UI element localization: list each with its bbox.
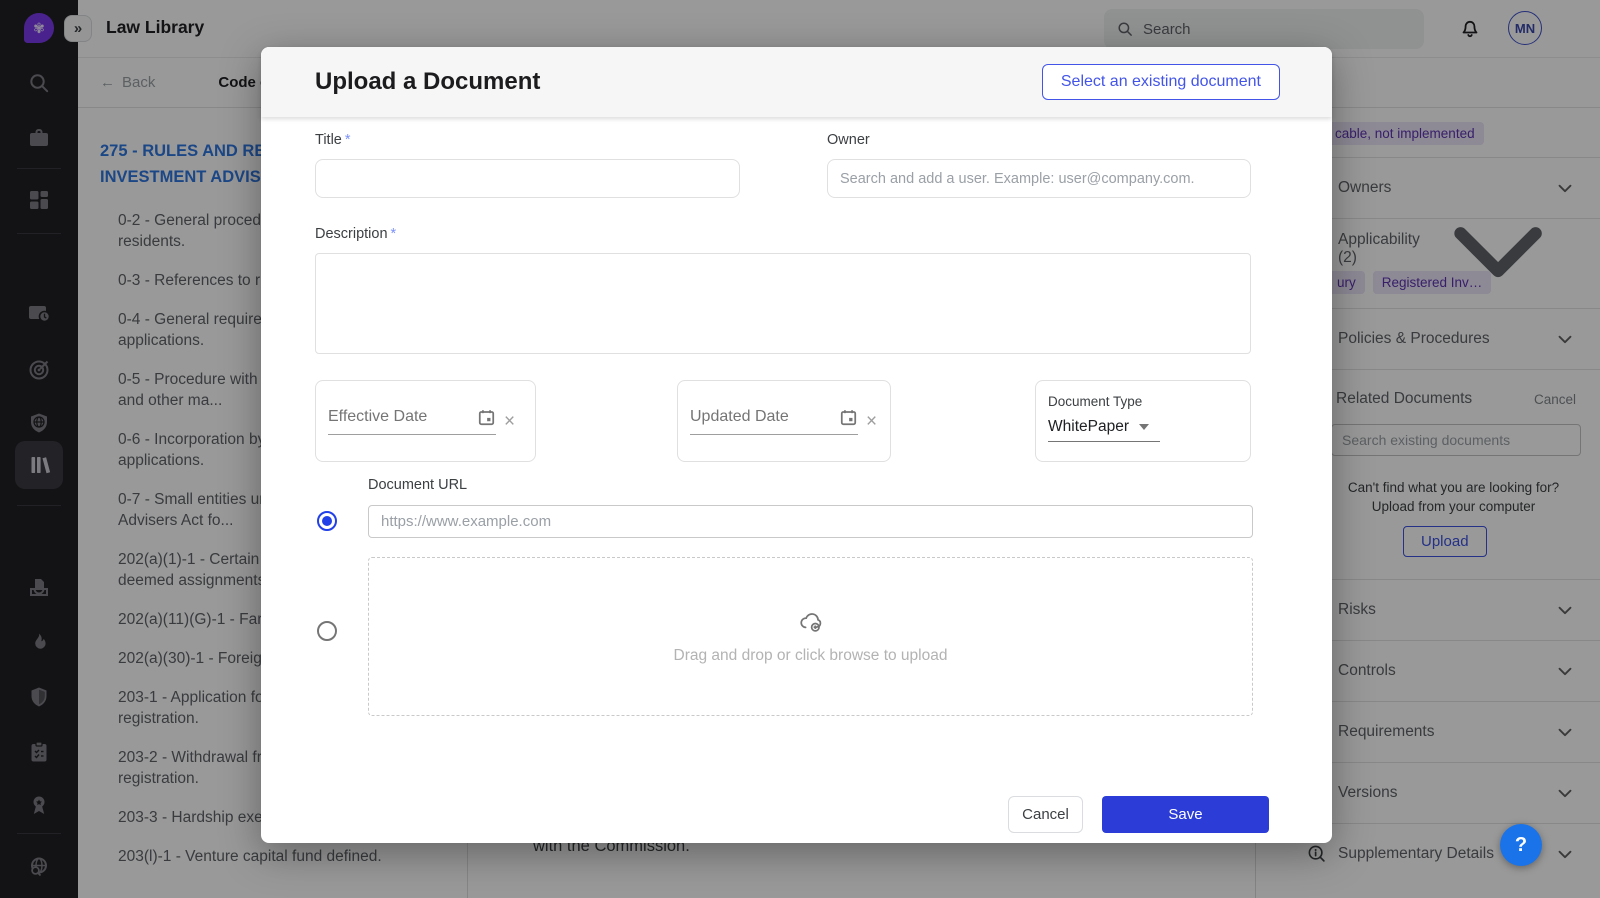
help-button[interactable]: ? <box>1500 824 1542 866</box>
save-button[interactable]: Save <box>1102 796 1269 833</box>
updated-date-picker[interactable]: Updated Date <box>690 408 858 435</box>
file-dropzone[interactable]: Drag and drop or click browse to upload <box>368 557 1253 716</box>
updated-date-placeholder: Updated Date <box>690 408 789 426</box>
document-type-label: Document Type <box>1048 394 1238 409</box>
updated-date-card: Updated Date × <box>677 380 891 462</box>
title-input[interactable] <box>315 159 740 198</box>
document-type-select[interactable]: WhitePaper <box>1048 418 1160 442</box>
modal-header: Upload a Document Select an existing doc… <box>261 47 1332 117</box>
upload-document-modal: Upload a Document Select an existing doc… <box>261 47 1332 843</box>
required-asterisk: * <box>391 226 397 242</box>
effective-date-picker[interactable]: Effective Date <box>328 408 496 435</box>
cloud-upload-icon <box>798 609 824 635</box>
calendar-icon[interactable] <box>477 408 496 427</box>
owner-input[interactable] <box>827 159 1251 198</box>
url-radio-selected[interactable] <box>317 511 337 531</box>
required-asterisk: * <box>345 132 351 148</box>
effective-date-card: Effective Date × <box>315 380 536 462</box>
title-label: Title* <box>315 132 351 148</box>
cancel-button[interactable]: Cancel <box>1008 796 1083 833</box>
select-existing-document-button[interactable]: Select an existing document <box>1042 64 1280 100</box>
document-url-label: Document URL <box>368 477 467 493</box>
description-textarea[interactable] <box>315 253 1251 354</box>
description-label: Description* <box>315 226 396 242</box>
dropzone-text: Drag and drop or click browse to upload <box>674 647 948 665</box>
calendar-icon[interactable] <box>839 408 858 427</box>
owner-label: Owner <box>827 132 870 148</box>
clear-updated-date-icon[interactable]: × <box>866 412 877 431</box>
document-type-card: Document Type WhitePaper <box>1035 380 1251 462</box>
app-root: ✾ » Law Library MN ← Back <box>0 0 1600 898</box>
effective-date-placeholder: Effective Date <box>328 408 427 426</box>
document-url-input[interactable] <box>368 505 1253 538</box>
clear-effective-date-icon[interactable]: × <box>504 412 515 431</box>
file-upload-radio[interactable] <box>317 621 337 641</box>
caret-down-icon <box>1139 424 1149 430</box>
document-type-value: WhitePaper <box>1048 418 1129 436</box>
modal-title: Upload a Document <box>315 68 540 96</box>
